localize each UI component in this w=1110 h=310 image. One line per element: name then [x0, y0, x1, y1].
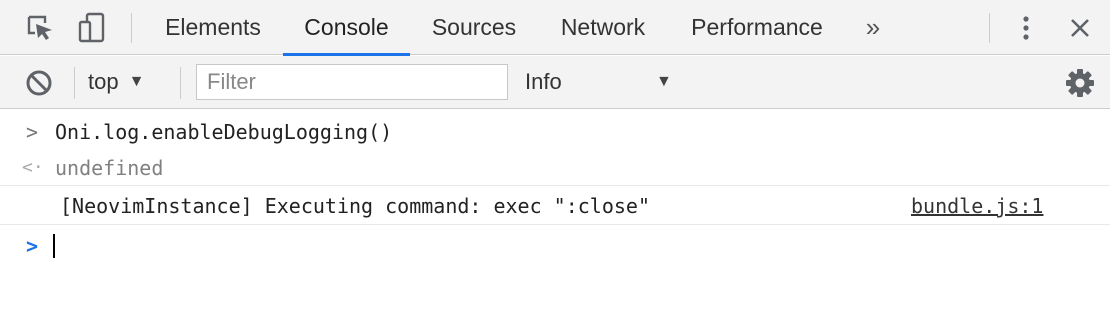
console-toolbar: top ▼ Info ▼: [0, 56, 1110, 109]
console-input-text: Oni.log.enableDebugLogging(): [55, 120, 393, 144]
dropdown-arrow-icon: ▼: [656, 73, 672, 90]
tab-elements[interactable]: Elements: [163, 0, 263, 55]
console-log-message: [NeovimInstance] Executing command: exec…: [0, 187, 1110, 225]
device-toolbar-icon[interactable]: [76, 12, 108, 44]
text-caret: [53, 234, 55, 258]
console-log-text: [NeovimInstance] Executing command: exec…: [60, 194, 651, 218]
gear-icon[interactable]: [1064, 67, 1096, 99]
source-link[interactable]: bundle.js:1: [911, 187, 1043, 225]
dropdown-arrow-icon: ▼: [128, 73, 145, 90]
toolbar-divider: [180, 67, 181, 99]
filter-input[interactable]: [196, 64, 508, 100]
toolbar-divider: [131, 13, 132, 43]
more-tabs-button[interactable]: »: [858, 0, 888, 55]
tab-performance[interactable]: Performance: [688, 0, 826, 55]
console-input-message: > Oni.log.enableDebugLogging(): [0, 114, 1110, 150]
toolbar-divider: [74, 67, 75, 99]
close-icon[interactable]: [1064, 12, 1096, 44]
input-chevron-icon: >: [25, 120, 39, 144]
inspect-element-icon[interactable]: [24, 12, 56, 44]
prompt-chevron-icon: >: [25, 234, 39, 258]
console-result-text: undefined: [55, 156, 164, 180]
context-selector-label: top: [88, 69, 119, 94]
devtools-tab-bar: Elements Console Sources Network Perform…: [0, 0, 1110, 56]
clear-console-icon[interactable]: [23, 67, 55, 99]
console-result-message: <· undefined: [0, 150, 1110, 186]
tab-sources[interactable]: Sources: [429, 0, 519, 55]
result-arrow-icon: <·: [22, 157, 44, 178]
log-levels-dropdown[interactable]: Info ▼: [525, 64, 685, 100]
context-selector[interactable]: top ▼: [88, 64, 144, 100]
toolbar-divider: [989, 13, 990, 43]
log-levels-label: Info: [525, 69, 562, 94]
console-prompt[interactable]: >: [0, 228, 1110, 264]
kebab-menu-icon[interactable]: [1010, 12, 1042, 44]
tab-console[interactable]: Console: [283, 0, 410, 56]
tab-network[interactable]: Network: [558, 0, 648, 55]
